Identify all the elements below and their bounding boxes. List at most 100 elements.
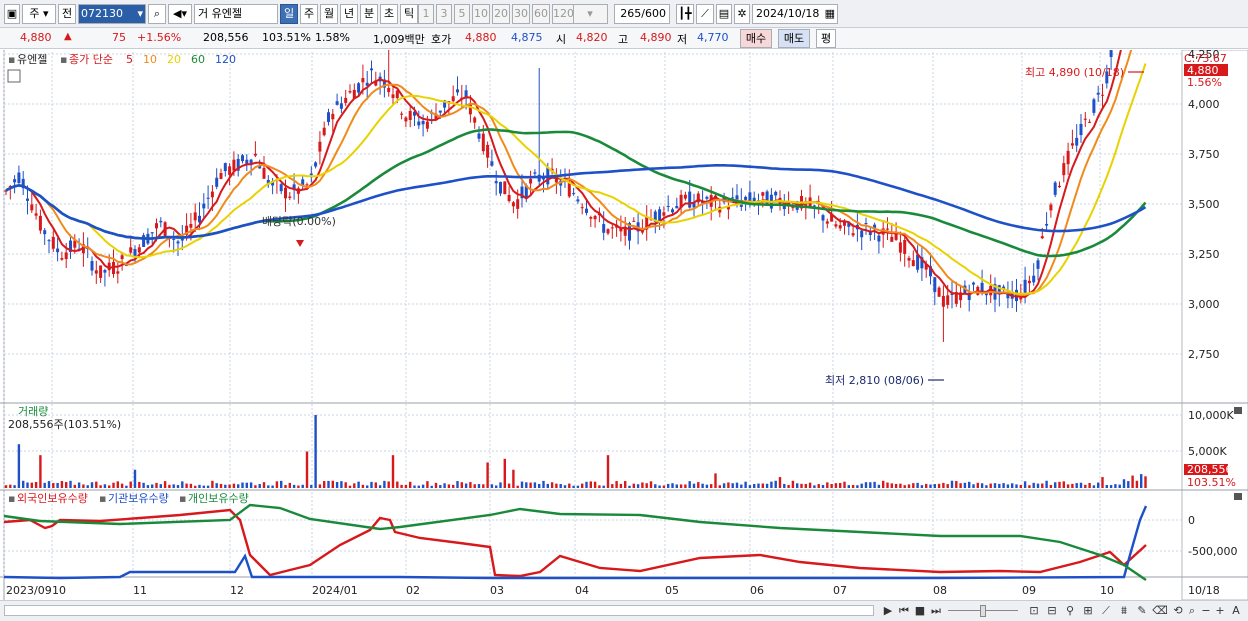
volume-bar	[933, 484, 936, 488]
line-tool-icon[interactable]: ⟋	[696, 4, 714, 24]
date-field[interactable]: 2024/10/18 ▦	[752, 4, 838, 24]
horizontal-scrollbar[interactable]	[4, 605, 874, 616]
candle-body	[279, 184, 283, 192]
candle-body	[1040, 236, 1044, 239]
candle-type-icon[interactable]: ┃╋	[676, 4, 694, 24]
minute-tab-1[interactable]: 1	[418, 4, 434, 24]
volume-bar	[654, 484, 657, 488]
candle-body	[473, 117, 477, 123]
magnifier-icon[interactable]: ⌕	[148, 4, 166, 24]
period-tab-2[interactable]: 월	[320, 4, 338, 24]
volume-bar	[232, 483, 236, 488]
candle-body	[606, 229, 610, 234]
dropdown-icon[interactable]: ▾	[137, 5, 143, 23]
minute-tab-60[interactable]: 60	[532, 4, 550, 24]
candle-body	[886, 228, 889, 230]
candle-body	[860, 230, 864, 238]
minute-tab-20[interactable]: 20	[492, 4, 510, 24]
period-tab-3[interactable]: 년	[340, 4, 358, 24]
candle-body	[907, 257, 911, 261]
volume-bar	[821, 485, 825, 488]
high-annotation: 최고 4,890 (10/18)	[1025, 66, 1124, 79]
buy-button[interactable]: 매수	[740, 29, 772, 48]
candle-body	[38, 215, 42, 231]
window-icon[interactable]: ▣	[4, 4, 20, 24]
market-select[interactable]: 주 ▾	[22, 4, 56, 24]
rewind-icon[interactable]: ⏮	[896, 603, 912, 619]
stock-type-label: 거	[198, 7, 209, 20]
minute-tab-30[interactable]: 30	[512, 4, 530, 24]
volume-bar	[366, 485, 369, 488]
volume-bar	[112, 482, 115, 488]
candle-body	[683, 194, 687, 199]
stock-chart[interactable]: 4,7504,5004,2504,0003,7503,5003,2503,000…	[0, 50, 1248, 600]
draw-icon[interactable]: ⚲	[1062, 603, 1078, 619]
prev-button[interactable]: 전	[58, 4, 76, 24]
volume-bar	[946, 484, 949, 488]
minute-tab-3[interactable]: 3	[436, 4, 452, 24]
volume-bar	[361, 484, 365, 488]
period-tab-0[interactable]: 일	[280, 4, 298, 24]
candle-body	[567, 183, 571, 197]
fib-icon[interactable]: ⩩	[1116, 603, 1132, 619]
play-forward-icon[interactable]: ▶	[880, 603, 896, 619]
stop-icon[interactable]: ■	[912, 603, 928, 619]
volume-bar	[912, 483, 915, 488]
period-tab-1[interactable]: 주	[300, 4, 318, 24]
speaker-icon[interactable]: ◀▾	[168, 4, 192, 24]
crosshair-icon[interactable]: ⊡	[1026, 603, 1042, 619]
candle-body	[1053, 182, 1057, 195]
volume-ratio: 103.51%	[262, 31, 311, 44]
font-size-icon[interactable]: A	[1228, 603, 1244, 619]
eval-button[interactable]: 평	[816, 29, 836, 48]
holdings-legend-0: 외국인보유수량	[17, 492, 88, 505]
zoom-in-icon[interactable]: +	[1212, 603, 1228, 619]
volume-bar	[39, 455, 42, 488]
volume-bar	[249, 482, 253, 488]
period-tab-5[interactable]: 초	[380, 4, 398, 24]
open-label: 시	[556, 33, 567, 46]
trend-icon[interactable]: ⟋	[1098, 603, 1114, 619]
volume: 208,556	[203, 31, 249, 44]
zoom-slider-handle[interactable]	[980, 605, 986, 617]
minute-tab-120[interactable]: 120	[552, 4, 574, 24]
volume-bar	[1023, 481, 1027, 488]
period-tab-6[interactable]: 틱	[400, 4, 418, 24]
bid-price: 4,875	[511, 31, 543, 44]
period-tab-4[interactable]: 분	[360, 4, 378, 24]
sell-button[interactable]: 매도	[778, 29, 810, 48]
calendar-icon[interactable]: ▦	[825, 5, 835, 23]
volume-bar	[430, 485, 433, 488]
volume-bar	[714, 473, 717, 488]
holdings-tick-label: 0	[1188, 514, 1195, 527]
volume-bar	[1079, 482, 1083, 488]
minute-tab-10[interactable]: 10	[472, 4, 490, 24]
volume-bar	[297, 485, 300, 488]
volume-bar	[26, 482, 29, 488]
count-field[interactable]: 265/600	[614, 4, 670, 24]
volume-bar	[546, 483, 549, 488]
minute-select[interactable]: ▾	[572, 4, 608, 24]
fast-forward-icon[interactable]: ⏭	[928, 603, 944, 619]
candle-body	[176, 241, 180, 244]
tool-icon[interactable]: ⊞	[1080, 603, 1096, 619]
volume-bar	[503, 458, 506, 488]
candle-body	[253, 153, 257, 156]
candle-body	[511, 202, 515, 207]
volume-bar	[116, 481, 119, 488]
pen-icon[interactable]: ✎	[1134, 603, 1150, 619]
volume-bar	[400, 484, 403, 488]
x-axis-label: 2023/09	[6, 584, 52, 597]
stock-name-field[interactable]: 거 유엔젤	[194, 4, 278, 24]
volume-bar	[783, 483, 786, 488]
minute-tab-5[interactable]: 5	[454, 4, 470, 24]
volume-bar	[899, 483, 902, 488]
eraser-icon[interactable]: ⌫	[1152, 603, 1168, 619]
gear-icon[interactable]: ✲	[734, 4, 750, 24]
candle-body	[1088, 121, 1092, 123]
volume-bar	[830, 483, 833, 488]
save-icon[interactable]: ▤	[716, 4, 732, 24]
candle-body	[318, 141, 322, 152]
stock-code-input[interactable]: 072130 ▾	[78, 4, 146, 24]
compare-icon[interactable]: ⊟	[1044, 603, 1060, 619]
